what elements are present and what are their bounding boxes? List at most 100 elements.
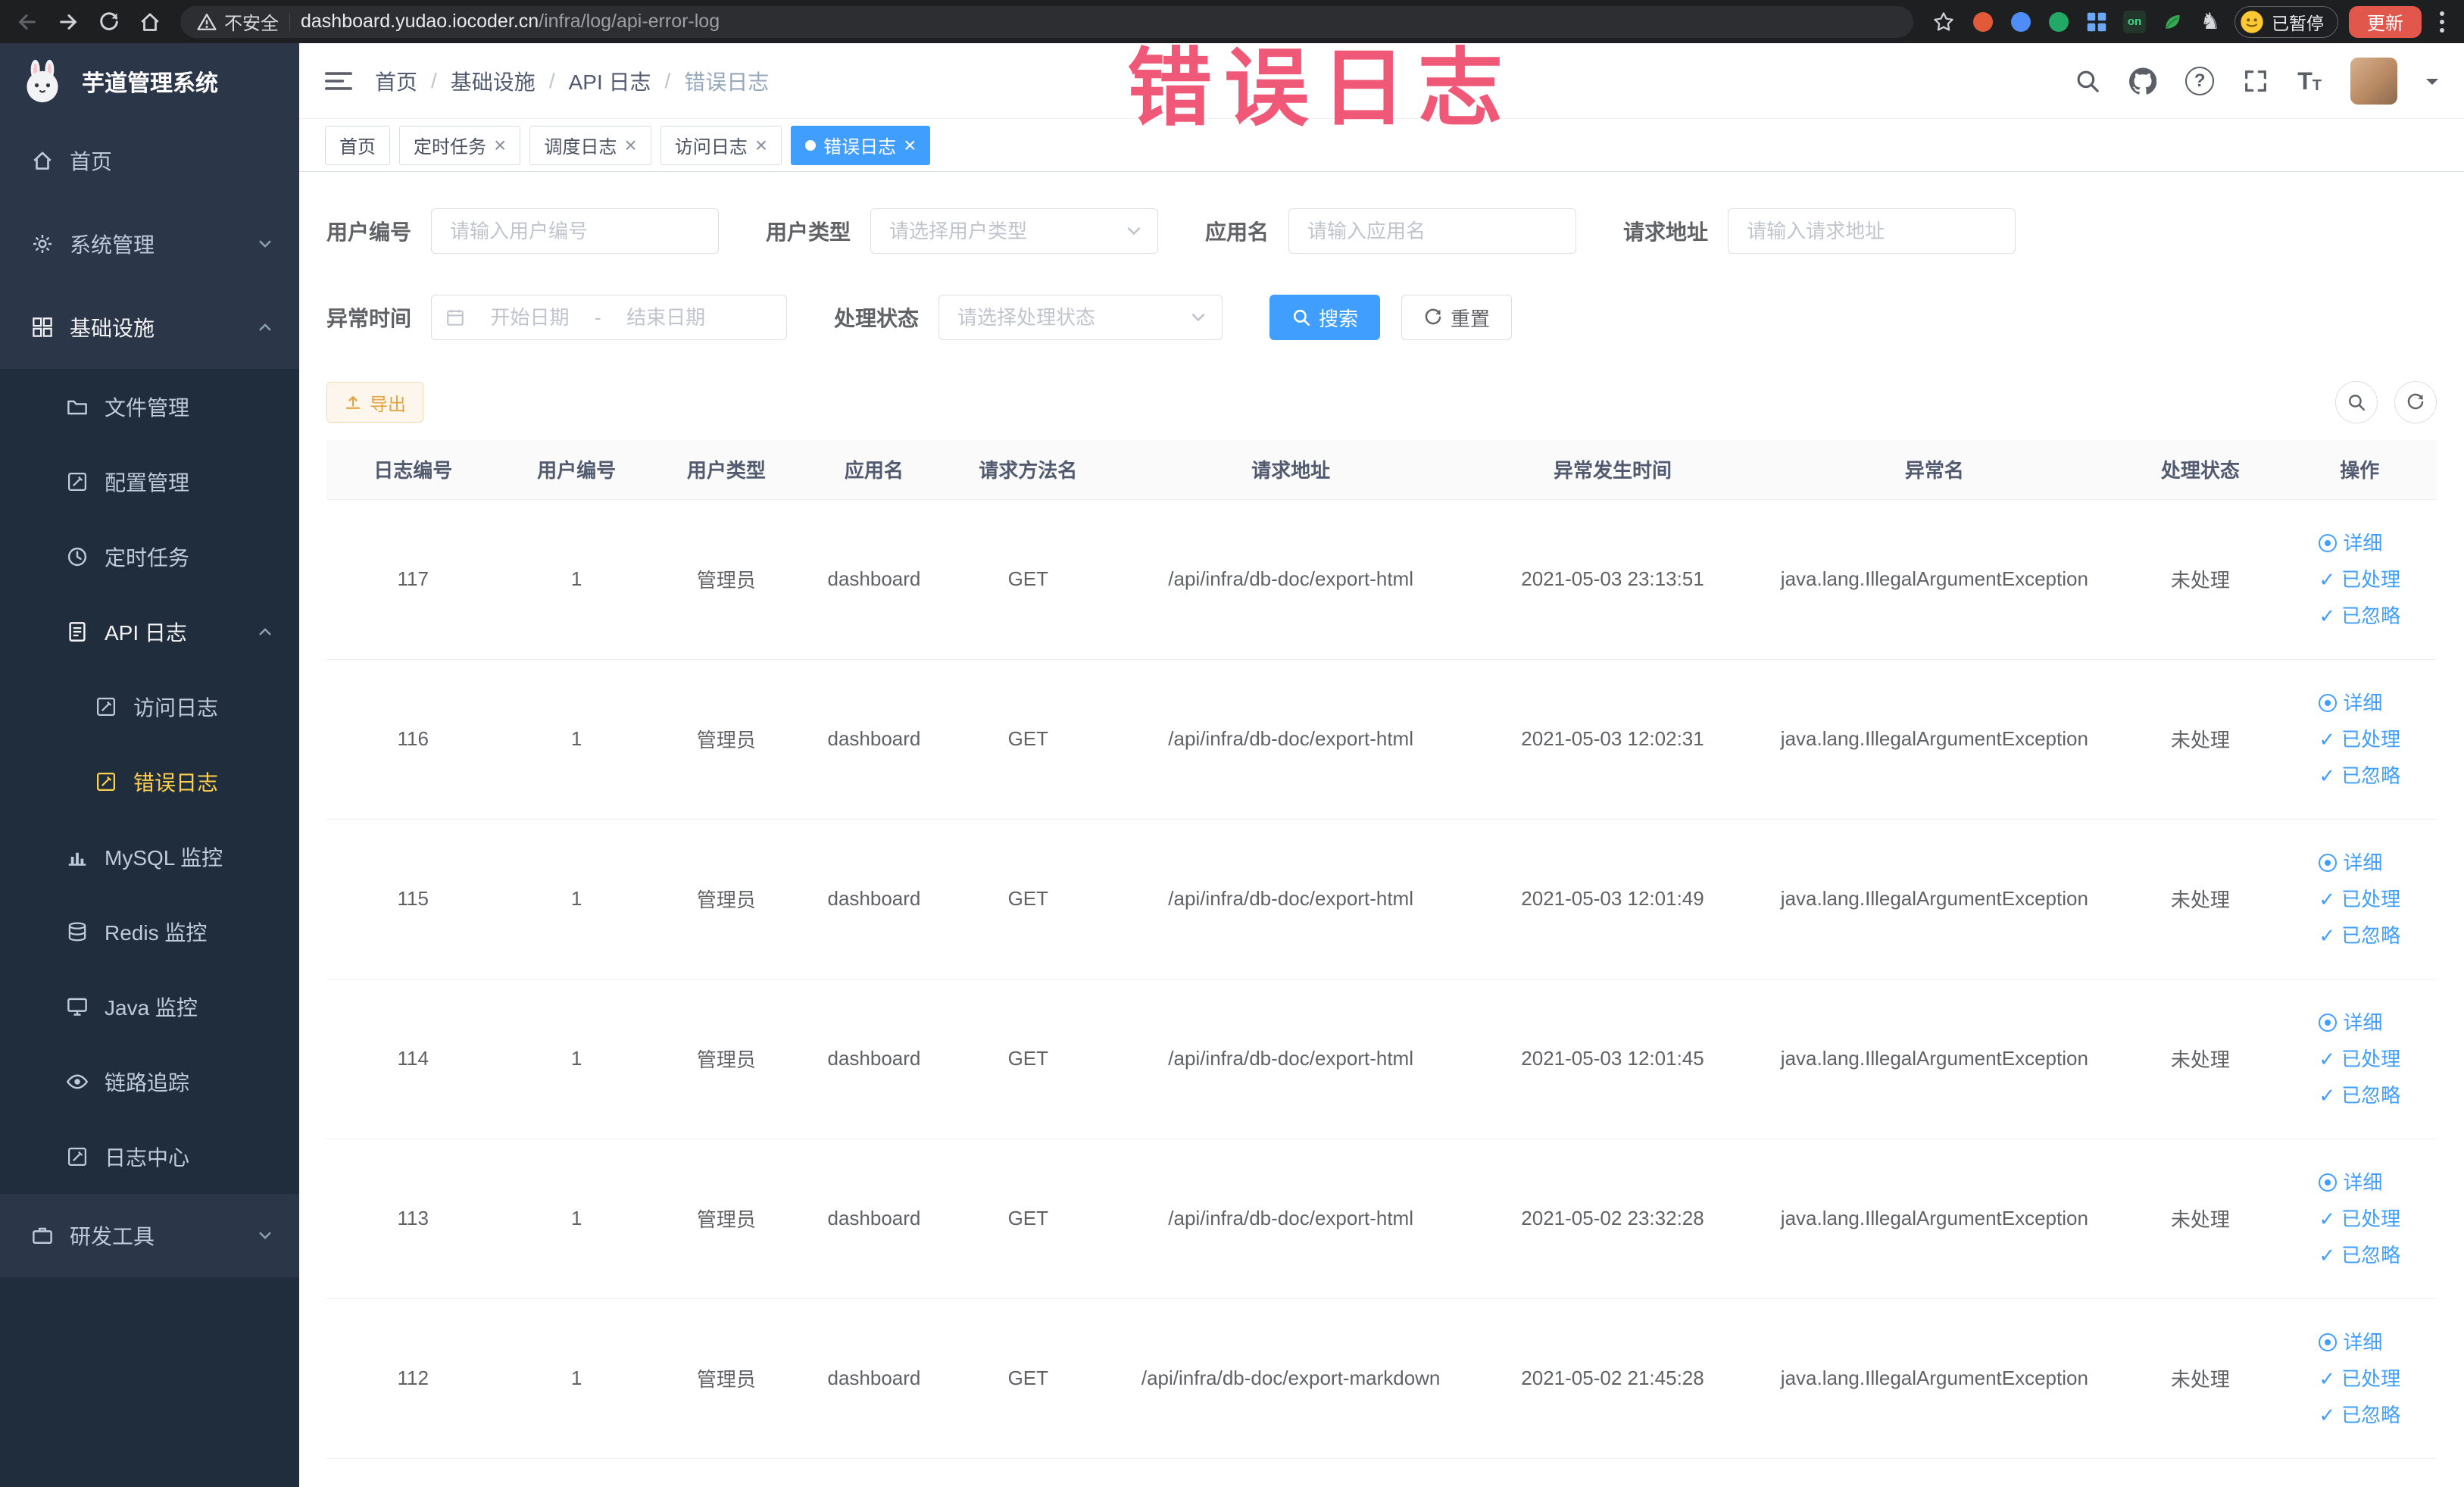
eye-icon: [2319, 1013, 2338, 1032]
chart-icon: [65, 845, 89, 869]
extension-icon[interactable]: [2007, 8, 2035, 36]
mark-processed-link[interactable]: ✓ 已处理: [2319, 1041, 2400, 1077]
sidebar-item-infrastructure[interactable]: 基础设施: [0, 286, 299, 369]
sidebar-item-scheduled-tasks[interactable]: 定时任务: [0, 519, 299, 594]
extension-icon[interactable]: [2083, 8, 2110, 36]
user-avatar[interactable]: [2350, 57, 2397, 105]
sidebar-item-error-log[interactable]: 错误日志: [0, 744, 299, 819]
tab-error-log[interactable]: 错误日志 ×: [791, 125, 931, 165]
sidebar-item-tracing[interactable]: 链路追踪: [0, 1044, 299, 1119]
tab-access-log[interactable]: 访问日志 ×: [660, 125, 782, 165]
search-button[interactable]: 搜索: [1269, 295, 1381, 340]
sidebar-item-access-log[interactable]: 访问日志: [0, 669, 299, 744]
cell-method: GET: [948, 819, 1107, 979]
filter-row-2: 异常时间 - 处理状态 搜索: [326, 295, 2437, 340]
tab-home[interactable]: 首页: [325, 125, 390, 165]
tab-close-icon[interactable]: ×: [494, 134, 506, 156]
sidebar-item-redis-monitor[interactable]: Redis 监控: [0, 894, 299, 969]
font-size-icon[interactable]: TT: [2297, 69, 2322, 93]
sidebar-item-label: 链路追踪: [105, 1070, 190, 1095]
refresh-table-button[interactable]: [2394, 381, 2437, 423]
chrome-update-button[interactable]: 更新: [2349, 5, 2422, 38]
detail-link[interactable]: 详细: [2319, 1004, 2400, 1041]
breadcrumb-api-logs[interactable]: API 日志: [569, 66, 651, 96]
export-icon: [344, 393, 362, 411]
filter-label: 用户类型: [766, 220, 851, 244]
help-icon[interactable]: ?: [2185, 66, 2215, 95]
toggle-search-button[interactable]: [2335, 381, 2378, 423]
user-id-input[interactable]: [431, 208, 720, 254]
browser-menu-icon[interactable]: [2432, 11, 2452, 33]
eye-icon: [2319, 533, 2338, 552]
sidebar-item-mysql-monitor[interactable]: MySQL 监控: [0, 819, 299, 894]
action-label: 已忽略: [2341, 923, 2401, 947]
browser-back-icon[interactable]: [12, 7, 42, 37]
github-icon[interactable]: [2129, 67, 2157, 95]
home-icon: [30, 148, 55, 173]
detail-link[interactable]: 详细: [2319, 1324, 2400, 1360]
bookmark-star-icon[interactable]: [1928, 7, 1959, 37]
browser-forward-icon[interactable]: [53, 7, 83, 37]
sidebar-item-home[interactable]: 首页: [0, 119, 299, 202]
detail-link[interactable]: 详细: [2319, 845, 2400, 881]
mark-ignored-link[interactable]: ✓ 已忽略: [2319, 1397, 2400, 1433]
date-start-input[interactable]: [471, 305, 589, 330]
action-label: 已处理: [2341, 887, 2401, 911]
export-button[interactable]: 导出: [326, 382, 423, 423]
profile-paused-badge[interactable]: 已暂停: [2234, 5, 2338, 38]
sidebar-item-api-logs[interactable]: API 日志: [0, 594, 299, 669]
cell-status: 未处理: [2118, 979, 2283, 1139]
hamburger-icon[interactable]: [325, 70, 352, 92]
mark-processed-link[interactable]: ✓ 已处理: [2319, 1360, 2400, 1397]
request-url-input[interactable]: [1728, 208, 2016, 254]
tab-close-icon[interactable]: ×: [755, 134, 767, 156]
extension-icon[interactable]: [2045, 8, 2072, 36]
user-type-select[interactable]: [870, 208, 1159, 254]
sidebar-item-log-center[interactable]: 日志中心: [0, 1119, 299, 1194]
breadcrumb-infrastructure[interactable]: 基础设施: [451, 66, 536, 96]
mark-ignored-link[interactable]: ✓ 已忽略: [2319, 1077, 2400, 1114]
mark-ignored-link[interactable]: ✓ 已忽略: [2319, 598, 2400, 634]
mark-ignored-link[interactable]: ✓ 已忽略: [2319, 758, 2400, 794]
detail-link[interactable]: 详细: [2319, 1164, 2400, 1201]
search-icon[interactable]: [2075, 68, 2100, 94]
extension-icon[interactable]: on: [2121, 8, 2148, 36]
breadcrumb-home[interactable]: 首页: [375, 66, 417, 96]
app-name-input[interactable]: [1288, 208, 1577, 254]
caret-down-icon[interactable]: [2426, 78, 2438, 91]
mark-ignored-link[interactable]: ✓ 已忽略: [2319, 1237, 2400, 1273]
tab-schedule-log[interactable]: 调度日志 ×: [529, 125, 651, 165]
mark-processed-link[interactable]: ✓ 已处理: [2319, 561, 2400, 598]
extension-icon[interactable]: [1969, 8, 1997, 36]
table-row: 116 1 管理员 dashboard GET /api/infra/db-do…: [326, 659, 2437, 820]
detail-link[interactable]: 详细: [2319, 525, 2400, 561]
mark-processed-link[interactable]: ✓ 已处理: [2319, 1201, 2400, 1237]
cell-time: 2021-05-03 12:02:31: [1474, 659, 1751, 820]
reset-button[interactable]: 重置: [1401, 295, 1513, 340]
browser-home-icon[interactable]: [135, 7, 165, 37]
process-status-select[interactable]: [938, 295, 1223, 340]
tab-close-icon[interactable]: ×: [624, 134, 636, 156]
extension-icon[interactable]: [2159, 8, 2186, 36]
sidebar-item-dev-tools[interactable]: 研发工具: [0, 1194, 299, 1277]
tab-scheduled-task[interactable]: 定时任务 ×: [399, 125, 521, 165]
sidebar-item-config-mgmt[interactable]: 配置管理: [0, 444, 299, 519]
sidebar-item-file-mgmt[interactable]: 文件管理: [0, 369, 299, 444]
filter-label: 应用名: [1205, 220, 1269, 244]
mark-processed-link[interactable]: ✓ 已处理: [2319, 881, 2400, 917]
mark-processed-link[interactable]: ✓ 已处理: [2319, 721, 2400, 758]
url-bar[interactable]: 不安全 dashboard.yudao.iocoder.cn/infra/log…: [180, 5, 1913, 38]
sidebar-item-system-mgmt[interactable]: 系统管理: [0, 202, 299, 286]
column-user-type: 用户类型: [653, 440, 800, 500]
extension-icon[interactable]: ♞: [2197, 8, 2224, 36]
mark-ignored-link[interactable]: ✓ 已忽略: [2319, 917, 2400, 954]
tab-close-icon[interactable]: ×: [904, 134, 916, 156]
detail-link[interactable]: 详细: [2319, 685, 2400, 721]
date-range-picker[interactable]: -: [431, 295, 788, 340]
fullscreen-icon[interactable]: [2243, 68, 2269, 94]
sidebar-item-java-monitor[interactable]: Java 监控: [0, 969, 299, 1044]
security-warning[interactable]: 不安全: [197, 8, 279, 35]
browser-reload-icon[interactable]: [94, 7, 124, 37]
security-label: 不安全: [224, 14, 279, 34]
date-end-input[interactable]: [607, 305, 725, 330]
